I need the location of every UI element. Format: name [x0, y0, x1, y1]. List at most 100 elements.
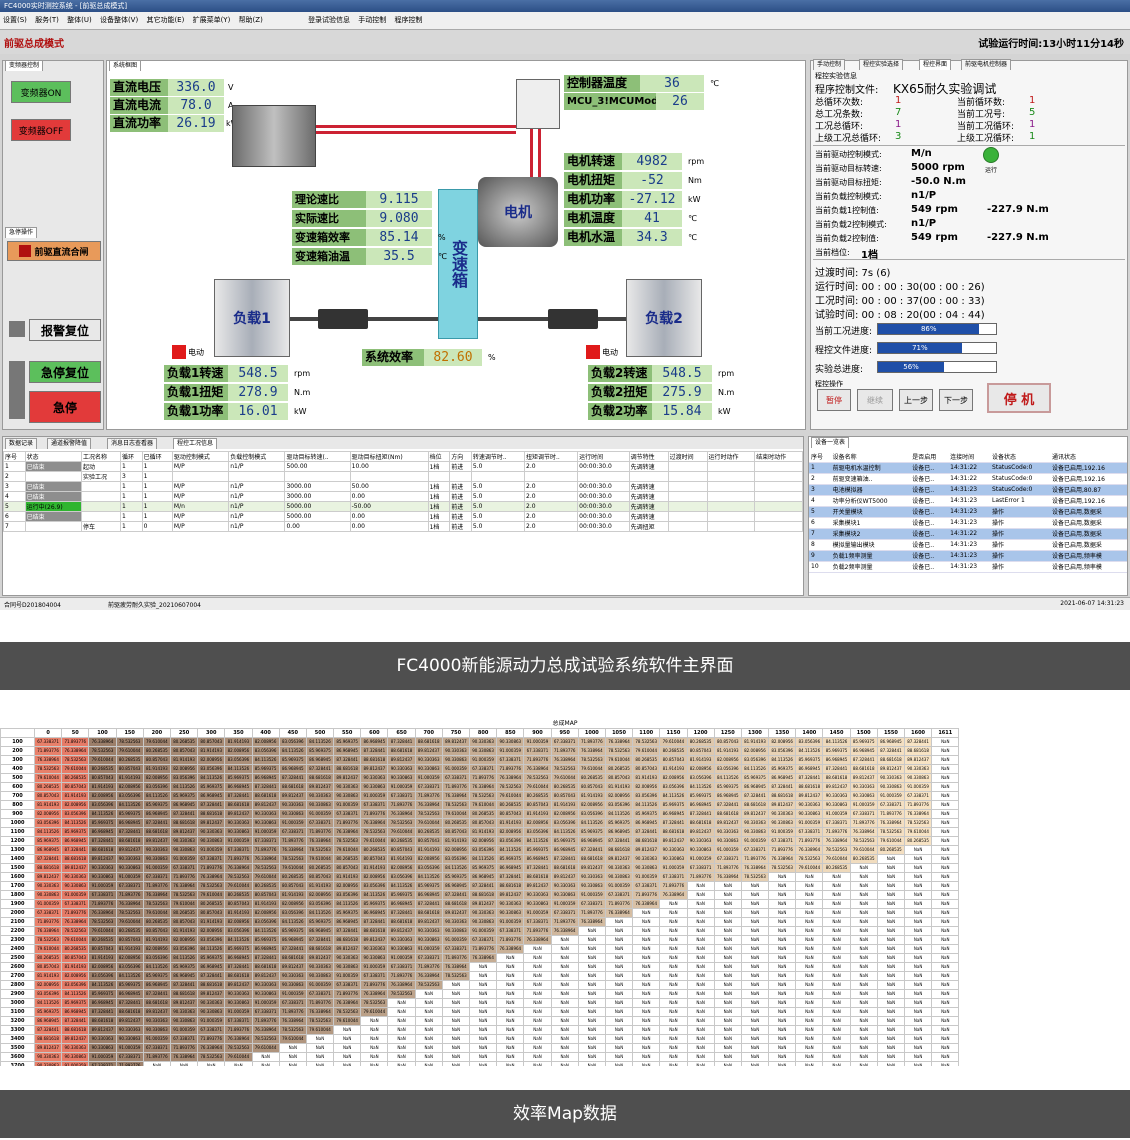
tab-device-list[interactable]: 设备一览表 [811, 437, 850, 448]
estop-reset-button[interactable]: 急停复位 [29, 361, 101, 383]
tab-estop[interactable]: 急停操作 [5, 227, 38, 238]
menu-whole[interactable]: 整体(U) [67, 15, 92, 25]
map-cell: 79.610044 [278, 863, 307, 873]
tab-diagram[interactable]: 系统框图 [109, 60, 142, 71]
map-cell: 84.113526 [33, 998, 63, 1008]
next-step-button[interactable]: 下一步 [939, 389, 973, 411]
menu-login-test[interactable]: 登录试验信息 [308, 15, 350, 25]
menu-help[interactable]: 帮助(Z) [239, 15, 263, 25]
map-cell: 80.268535 [88, 935, 117, 945]
tab-1[interactable]: 程控实验选择 [859, 59, 904, 70]
map-cell: NaN [577, 1034, 606, 1044]
table-cell: StatusCode:0 [990, 473, 1050, 485]
estop-button[interactable]: 急停 [29, 391, 101, 423]
map-cell: 79.610044 [88, 926, 117, 936]
device-row[interactable]: 9 负载1频率测量 设备已.. 14:31:23 操作 设备已启用,频率模 [809, 550, 1127, 562]
device-row[interactable]: 4 功率分析仪WT5000 设备已.. 14:31:23 LastError 1 设备已启… [809, 495, 1127, 507]
map-cell: 81.914193 [251, 899, 280, 909]
table-row[interactable]: 3 已结束 1 1 M/P n1/P 3000.00 50.00 1档 前进 5.0 2.0 00:00… [3, 481, 803, 492]
menu-settings[interactable]: 设置(S) [3, 15, 27, 25]
tab-3[interactable]: 前驱电机控制器 [961, 59, 1012, 70]
table-cell: 1档 [427, 521, 451, 532]
log-tab-3[interactable]: 程控工况信息 [173, 438, 218, 449]
motor-rows-value: -52 [622, 172, 682, 189]
device-row[interactable]: 7 采集模块2 设备已.. 14:31:22 操作 设备已启用,数据采 [809, 528, 1127, 540]
log-tab-1[interactable]: 通道报警降值 [47, 438, 92, 449]
map-col-header: 1250 [713, 728, 742, 738]
map-cell: 79.610044 [305, 854, 335, 864]
device-row[interactable]: 2 前驱变速箱油.. 设备已.. 14:31:22 StatusCode:0 设备已启用,… [809, 473, 1127, 485]
device-row[interactable]: 1 前驱电机水温控制 设备已.. 14:31:22 StatusCode:0 设备已启用,… [809, 462, 1127, 474]
map-cell: 91.000359 [278, 818, 307, 828]
device-row[interactable]: 6 采集模块1 设备已.. 14:31:23 操作 设备已启用,数据采 [809, 517, 1127, 529]
menu-extend[interactable]: 扩展菜单(Y) [193, 15, 231, 25]
tab-inverter[interactable]: 变频器控制 [5, 60, 44, 71]
motor-rows-value: 34.3 [622, 229, 682, 246]
log-tab-2[interactable]: 消息日志查看器 [107, 438, 158, 449]
map-cell: 83.056396 [197, 935, 226, 945]
load2-rows-unit: rpm [718, 369, 735, 378]
map-col-header: 50 [61, 728, 90, 738]
menu-manual[interactable]: 手动控制 [358, 15, 386, 25]
map-cell: NaN [632, 1025, 661, 1035]
table-cell: 1 [141, 471, 173, 482]
menu-program[interactable]: 程序控制 [395, 15, 423, 25]
progress-label: 实验总进度: [815, 365, 864, 375]
continue-button[interactable]: 继续 [857, 389, 893, 411]
device-row[interactable]: 8 模拟量输出模块 设备已.. 14:31:23 操作 设备已启用,数据采 [809, 539, 1127, 551]
map-cell: NaN [659, 1061, 688, 1066]
map-cell: NaN [713, 971, 742, 981]
map-cell: 88.681618 [414, 908, 443, 918]
tab-2[interactable]: 程控界面 [919, 59, 952, 70]
map-cell: 67.338371 [441, 773, 471, 783]
map-cell: 81.914193 [115, 773, 144, 783]
prev-step-button[interactable]: 上一步 [899, 389, 933, 411]
device-row[interactable]: 3 电池模拟器 设备已.. 14:31:23 StatusCode:0 设备已启用,80.… [809, 484, 1127, 496]
table-row[interactable]: 1 已结束 起动 1 1 M/P n1/P 500.00 10.00 1档 前进 5.0 2.0 00:0… [3, 461, 803, 472]
alarm-reset-button[interactable]: 报警复位 [29, 319, 101, 341]
map-cell: 67.338371 [496, 755, 525, 765]
table-cell: 设备已启用,数据采 [1049, 517, 1127, 529]
menu-device[interactable]: 设备整体(V) [100, 15, 138, 25]
dc-close-button[interactable]: 前驱直流合闸 [7, 241, 101, 261]
table-cell: 采集模块2 [830, 528, 911, 540]
map-col-header: 550 [333, 728, 362, 738]
table-row[interactable]: 4 已结束 1 1 M/P n1/P 3000.00 0.00 1档 前进 5.0 2.0 00:00:… [3, 491, 803, 502]
map-cell: 80.268535 [115, 926, 144, 936]
map-cell: 80.268535 [686, 737, 715, 747]
map-cell: NaN [849, 989, 878, 999]
vfd-off-button[interactable]: 变频器OFF [11, 119, 71, 141]
table-row[interactable]: 5 运行中(26.9) 1 1 M/n n1/P 5000.00 -50.00 1档 前进 5.0 2… [3, 501, 803, 512]
map-cell: NaN [768, 890, 797, 900]
device-row[interactable]: 5 开关量模块 设备已.. 14:31:23 操作 设备已启用,数据采 [809, 506, 1127, 518]
map-cell: 82.008956 [224, 746, 253, 756]
table-row[interactable]: 7 停车 1 0 M/P n1/P 0.00 0.00 1档 前进 5.0 2.0 00:00:30.0… [3, 521, 803, 532]
map-cell: 91.000359 [251, 998, 280, 1008]
pause-button[interactable]: 暂停 [817, 389, 851, 411]
map-cell: 90.330863 [33, 890, 63, 900]
map-cell: 90.330363 [169, 836, 199, 846]
tab-0[interactable]: 手动控制 [813, 59, 846, 70]
vfd-on-button[interactable]: 变频器ON [11, 81, 71, 103]
map-cell: NaN [903, 863, 933, 873]
log-tab-0[interactable]: 数据记录 [5, 438, 38, 449]
map-cell: NaN [550, 1016, 579, 1026]
stop-machine-button[interactable]: 停 机 [987, 383, 1051, 413]
map-cell: 88.681618 [197, 980, 226, 990]
menu-service[interactable]: 服务(T) [35, 15, 59, 25]
map-cell: 81.914193 [169, 755, 199, 765]
table-row[interactable]: 2 实验工况 3 1 [3, 471, 803, 482]
column-header: 结束时动作 [754, 451, 803, 462]
map-cell: 76.338964 [251, 1025, 280, 1035]
map-cell: 78.532563 [604, 746, 634, 756]
map-cell: 85.969375 [278, 926, 307, 936]
menu-other[interactable]: 其它功能(E) [146, 15, 184, 25]
map-cell: NaN [577, 953, 606, 963]
device-row[interactable]: 10 负载2频率测量 设备已.. 14:31:23 操作 设备已启用,频率模 [809, 561, 1127, 573]
table-cell: 1 [119, 511, 143, 522]
map-cell: 83.056396 [33, 989, 63, 999]
column-header: 是否启用 [910, 451, 949, 463]
map-cell: NaN [550, 1007, 579, 1017]
table-row[interactable]: 6 已结束 1 1 M/P n1/P 5000.00 0.00 1档 前进 5.0 2.0 00:00:… [3, 511, 803, 522]
map-cell: NaN [550, 953, 579, 963]
